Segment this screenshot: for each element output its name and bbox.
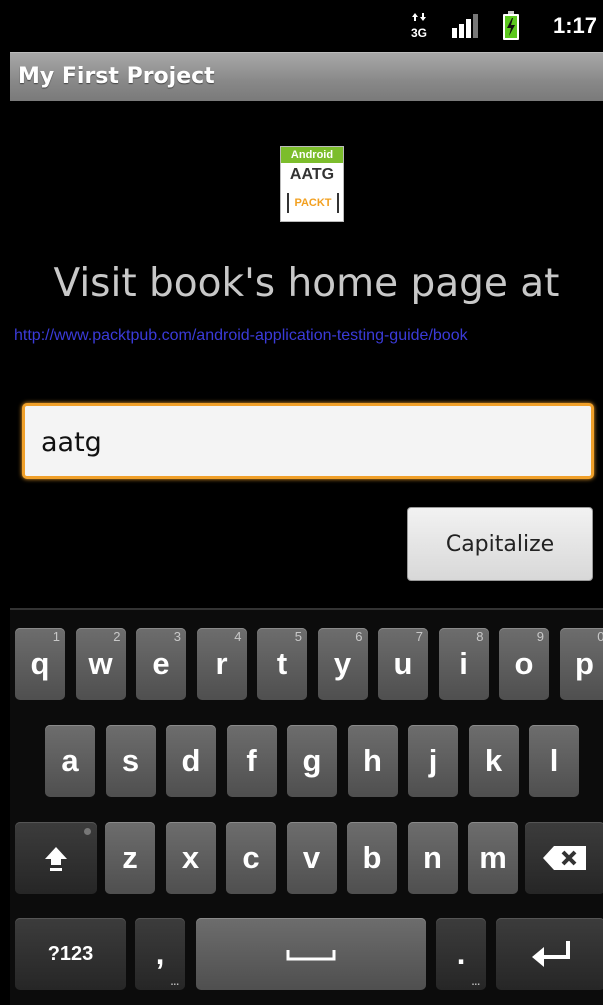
delete-key[interactable] (525, 822, 603, 894)
shift-arrow-icon (41, 843, 71, 873)
key-label: f (246, 743, 256, 779)
key-label: d (182, 743, 201, 779)
key-label: q (31, 646, 50, 682)
key-label: j (429, 743, 438, 779)
clock: 1:17 (553, 0, 597, 52)
key-hint: 8 (476, 629, 483, 644)
key-label: z (122, 840, 138, 876)
key-s[interactable]: s (106, 725, 156, 797)
app-title: My First Project (18, 53, 215, 100)
symbols-key[interactable]: ?123 (15, 918, 126, 990)
key-h[interactable]: h (348, 725, 398, 797)
key-label: b (363, 840, 382, 876)
book-logo: Android AATG PACKT (280, 146, 344, 222)
key-m[interactable]: m (468, 822, 518, 894)
backspace-icon (542, 845, 588, 871)
key-n[interactable]: n (408, 822, 458, 894)
key-label: u (394, 646, 413, 682)
key-label: p (575, 646, 594, 682)
title-bar: My First Project (10, 52, 603, 101)
key-g[interactable]: g (287, 725, 337, 797)
key-hint: 1 (53, 629, 60, 644)
heading-text: Visit book's home page at (10, 258, 603, 310)
signal-icon (450, 0, 480, 52)
key-label: k (485, 743, 502, 779)
key-label: a (61, 743, 78, 779)
key-label: e (152, 646, 169, 682)
key-label: x (182, 840, 199, 876)
key-hint: 6 (355, 629, 362, 644)
key-l[interactable]: l (529, 725, 579, 797)
key-hint: 3 (174, 629, 181, 644)
key-t[interactable]: t5 (257, 628, 307, 700)
key-p[interactable]: p0 (560, 628, 603, 700)
key-label: g (303, 743, 322, 779)
key-hint: 2 (113, 629, 120, 644)
logo-abbr: AATG (281, 166, 343, 184)
battery-charging-icon (502, 0, 520, 52)
svg-text:3G: 3G (411, 26, 427, 40)
key-w[interactable]: w2 (76, 628, 126, 700)
key-label: i (459, 646, 468, 682)
key-label: o (515, 646, 534, 682)
key-j[interactable]: j (408, 725, 458, 797)
key-label: v (303, 840, 320, 876)
key-hint: 4 (234, 629, 241, 644)
key-hint: 9 (537, 629, 544, 644)
space-bar-icon (286, 944, 336, 964)
key-hint: 0 (597, 629, 603, 644)
key-hint: 7 (416, 629, 423, 644)
text-input[interactable] (39, 406, 583, 478)
key-label: c (242, 840, 259, 876)
key-hint: 5 (295, 629, 302, 644)
key-z[interactable]: z (105, 822, 155, 894)
book-link[interactable]: http://www.packtpub.com/android-applicat… (14, 322, 603, 350)
period-label: . (457, 936, 466, 972)
key-o[interactable]: o9 (499, 628, 549, 700)
key-d[interactable]: d (166, 725, 216, 797)
key-y[interactable]: y6 (318, 628, 368, 700)
key-f[interactable]: f (227, 725, 277, 797)
logo-band: Android (281, 147, 343, 163)
key-k[interactable]: k (469, 725, 519, 797)
status-bar: 3G 1:17 (10, 0, 603, 52)
key-label: s (122, 743, 139, 779)
key-c[interactable]: c (226, 822, 276, 894)
network-3g-icon: 3G (410, 0, 430, 52)
key-u[interactable]: u7 (378, 628, 428, 700)
enter-key[interactable] (496, 918, 603, 990)
key-label: l (550, 743, 559, 779)
comma-label: , (156, 936, 165, 972)
period-key[interactable]: . ... (436, 918, 486, 990)
text-input-field[interactable] (22, 403, 594, 479)
key-e[interactable]: e3 (136, 628, 186, 700)
key-label: y (334, 646, 351, 682)
key-i[interactable]: i8 (439, 628, 489, 700)
key-label: h (363, 743, 382, 779)
key-label: w (88, 646, 112, 682)
key-q[interactable]: q1 (15, 628, 65, 700)
enter-arrow-icon (528, 939, 574, 969)
space-key[interactable] (196, 918, 426, 990)
key-label: n (423, 840, 442, 876)
key-v[interactable]: v (287, 822, 337, 894)
key-a[interactable]: a (45, 725, 95, 797)
key-label: r (215, 646, 227, 682)
comma-key[interactable]: , ... (135, 918, 185, 990)
shift-key[interactable] (15, 822, 97, 894)
key-label: t (277, 646, 287, 682)
key-b[interactable]: b (347, 822, 397, 894)
logo-publisher: PACKT (287, 193, 339, 213)
key-x[interactable]: x (166, 822, 216, 894)
soft-keyboard: ?123 , ... . ... q1w2e3r4t5y6u7i8o9p0asd… (10, 608, 603, 1005)
key-label: m (479, 840, 507, 876)
capitalize-button[interactable]: Capitalize (407, 507, 593, 581)
key-r[interactable]: r4 (197, 628, 247, 700)
